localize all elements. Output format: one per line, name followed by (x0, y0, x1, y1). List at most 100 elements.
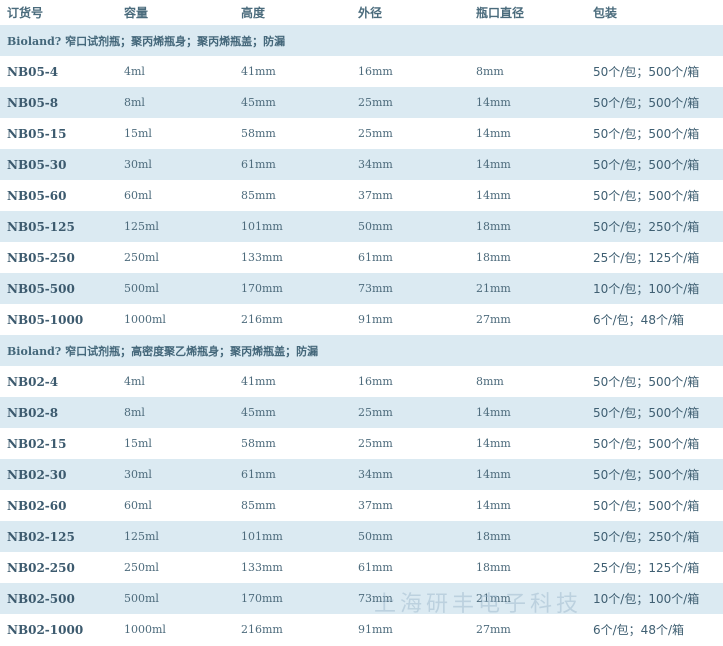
packaging: 50个/包；250个/箱 (593, 530, 700, 544)
outer-diameter: 61mm (358, 561, 393, 574)
header-height: 高度 (241, 6, 266, 20)
section-title: Bioland? 窄口试剂瓶；高密度聚乙烯瓶身；聚丙烯瓶盖；防漏 (7, 344, 319, 358)
packaging: 50个/包；500个/箱 (593, 127, 700, 141)
order-number: NB02-125 (7, 529, 75, 544)
height: 133mm (241, 251, 283, 264)
table-row: NB02-8 8ml 45mm 25mm 14mm 50个/包；500个/箱 (0, 397, 723, 428)
height: 216mm (241, 313, 283, 326)
packaging: 50个/包；500个/箱 (593, 375, 700, 389)
order-number: NB05-15 (7, 126, 67, 141)
header-capacity: 容量 (124, 6, 149, 20)
neck-diameter: 27mm (476, 313, 511, 326)
order-number: NB05-4 (7, 64, 59, 79)
packaging: 50个/包；500个/箱 (593, 468, 700, 482)
table-row: NB02-1000 1000ml 216mm 91mm 27mm 6个/包；48… (0, 614, 723, 645)
height: 61mm (241, 158, 276, 171)
outer-diameter: 50mm (358, 530, 393, 543)
order-number: NB02-30 (7, 467, 67, 482)
packaging: 50个/包；500个/箱 (593, 406, 700, 420)
outer-diameter: 25mm (358, 127, 393, 140)
outer-diameter: 25mm (358, 437, 393, 450)
height: 216mm (241, 623, 283, 636)
capacity: 15ml (124, 437, 152, 450)
capacity: 60ml (124, 499, 152, 512)
height: 41mm (241, 375, 276, 388)
neck-diameter: 14mm (476, 499, 511, 512)
table-row: NB05-4 4ml 41mm 16mm 8mm 50个/包；500个/箱 (0, 56, 723, 87)
packaging: 50个/包；500个/箱 (593, 189, 700, 203)
packaging: 10个/包；100个/箱 (593, 282, 700, 296)
height: 133mm (241, 561, 283, 574)
capacity: 125ml (124, 530, 159, 543)
height: 170mm (241, 282, 283, 295)
outer-diameter: 37mm (358, 189, 393, 202)
capacity: 1000ml (124, 623, 166, 636)
packaging: 10个/包；100个/箱 (593, 592, 700, 606)
outer-diameter: 61mm (358, 251, 393, 264)
height: 101mm (241, 220, 283, 233)
height: 41mm (241, 65, 276, 78)
height: 61mm (241, 468, 276, 481)
outer-diameter: 25mm (358, 96, 393, 109)
neck-diameter: 18mm (476, 251, 511, 264)
capacity: 30ml (124, 468, 152, 481)
outer-diameter: 34mm (358, 158, 393, 171)
outer-diameter: 73mm (358, 282, 393, 295)
order-number: NB05-60 (7, 188, 67, 203)
packaging: 25个/包；125个/箱 (593, 251, 700, 265)
order-number: NB05-125 (7, 219, 75, 234)
packaging: 6个/包；48个/箱 (593, 313, 684, 327)
capacity: 8ml (124, 96, 145, 109)
height: 58mm (241, 127, 276, 140)
height: 85mm (241, 189, 276, 202)
packaging: 50个/包；250个/箱 (593, 220, 700, 234)
capacity: 15ml (124, 127, 152, 140)
table-row: NB02-125 125ml 101mm 50mm 18mm 50个/包；250… (0, 521, 723, 552)
capacity: 500ml (124, 282, 159, 295)
packaging: 6个/包；48个/箱 (593, 623, 684, 637)
neck-diameter: 18mm (476, 561, 511, 574)
neck-diameter: 18mm (476, 220, 511, 233)
neck-diameter: 14mm (476, 158, 511, 171)
table-row: NB02-15 15ml 58mm 25mm 14mm 50个/包；500个/箱 (0, 428, 723, 459)
capacity: 500ml (124, 592, 159, 605)
order-number: NB02-250 (7, 560, 75, 575)
neck-diameter: 14mm (476, 437, 511, 450)
order-number: NB05-1000 (7, 312, 84, 327)
outer-diameter: 91mm (358, 623, 393, 636)
table-row: NB02-4 4ml 41mm 16mm 8mm 50个/包；500个/箱 (0, 366, 723, 397)
section-title-row: Bioland? 窄口试剂瓶；高密度聚乙烯瓶身；聚丙烯瓶盖；防漏 (0, 335, 723, 366)
neck-diameter: 8mm (476, 375, 504, 388)
table-row: NB05-15 15ml 58mm 25mm 14mm 50个/包；500个/箱 (0, 118, 723, 149)
neck-diameter: 14mm (476, 406, 511, 419)
order-number: NB02-60 (7, 498, 67, 513)
height: 45mm (241, 96, 276, 109)
capacity: 125ml (124, 220, 159, 233)
packaging: 50个/包；500个/箱 (593, 65, 700, 79)
table-row: NB02-250 250ml 133mm 61mm 18mm 25个/包；125… (0, 552, 723, 583)
neck-diameter: 14mm (476, 468, 511, 481)
capacity: 30ml (124, 158, 152, 171)
capacity: 4ml (124, 375, 145, 388)
table-row: NB05-500 500ml 170mm 73mm 21mm 10个/包；100… (0, 273, 723, 304)
order-number: NB05-250 (7, 250, 75, 265)
height: 101mm (241, 530, 283, 543)
packaging: 25个/包；125个/箱 (593, 561, 700, 575)
watermark: 上海研丰电子科技 (374, 592, 583, 617)
table-row: NB05-8 8ml 45mm 25mm 14mm 50个/包；500个/箱 (0, 87, 723, 118)
capacity: 1000ml (124, 313, 166, 326)
outer-diameter: 91mm (358, 313, 393, 326)
order-number: NB02-4 (7, 374, 59, 389)
table-row: NB02-30 30ml 61mm 34mm 14mm 50个/包；500个/箱 (0, 459, 723, 490)
capacity: 8ml (124, 406, 145, 419)
order-number: NB05-30 (7, 157, 67, 172)
table-row: NB05-125 125ml 101mm 50mm 18mm 50个/包；250… (0, 211, 723, 242)
height: 45mm (241, 406, 276, 419)
table-row: NB02-500 500ml 170mm 73mm 21mm 10个/包；100… (0, 583, 723, 614)
capacity: 250ml (124, 251, 159, 264)
packaging: 50个/包；500个/箱 (593, 158, 700, 172)
order-number: NB02-500 (7, 591, 75, 606)
outer-diameter: 37mm (358, 499, 393, 512)
order-number: NB02-15 (7, 436, 67, 451)
packaging: 50个/包；500个/箱 (593, 499, 700, 513)
